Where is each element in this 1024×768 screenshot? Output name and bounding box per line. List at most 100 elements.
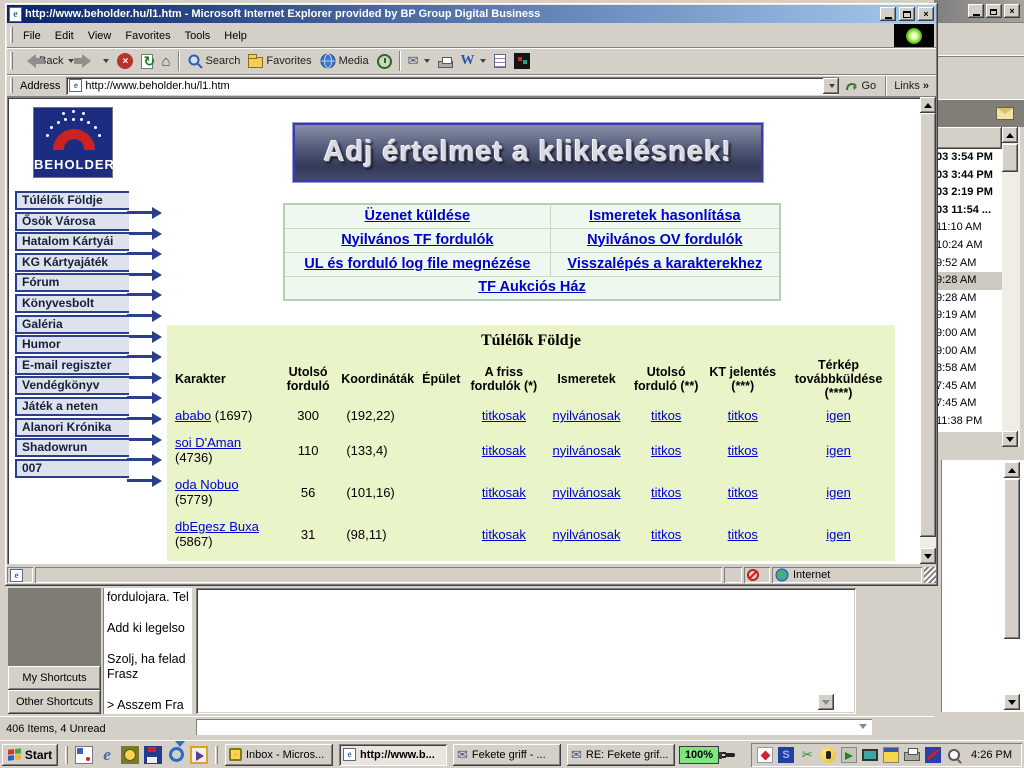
sidebar-item[interactable]: Fórum [15, 273, 129, 292]
go-button[interactable]: Go [839, 74, 883, 98]
scroll-thumb[interactable] [1004, 479, 1020, 639]
message-list-item[interactable]: 9:00 AM [934, 325, 1002, 343]
quick-link[interactable]: Visszalépés a karakterekhez [567, 256, 762, 272]
message-list-item[interactable]: 03 11:54 ... [934, 202, 1002, 220]
message-list-item[interactable]: 9:19 AM [934, 307, 1002, 325]
sidebar-item[interactable]: Ősök Városa [15, 212, 129, 231]
mail-dropdown-icon[interactable] [424, 59, 430, 63]
media-button[interactable]: Media [316, 49, 373, 73]
scroll-down-arrow[interactable] [920, 548, 936, 564]
task-button[interactable]: ehttp://www.b... [339, 744, 447, 766]
character-link[interactable]: oda Nobuo [175, 477, 239, 492]
knowledge-link[interactable]: nyilvánosak [553, 443, 621, 458]
taskbar-grip[interactable] [65, 746, 68, 764]
message-list-item[interactable]: 9:28 AM [934, 272, 1002, 290]
message-list-item[interactable]: 7:45 AM [934, 378, 1002, 396]
menu-item-tools[interactable]: Tools [178, 28, 218, 44]
map-forward-link[interactable]: igen [826, 443, 851, 458]
scroll-up-arrow[interactable] [1002, 127, 1018, 143]
start-button[interactable]: Start [2, 744, 58, 766]
links-button[interactable]: Links» [890, 74, 936, 98]
forward-dropdown-icon[interactable] [103, 59, 109, 63]
print-button[interactable] [434, 49, 457, 73]
tray-icon-remove-hardware[interactable] [841, 747, 857, 763]
ie-maximize-button[interactable] [899, 7, 915, 21]
outlook-column-header[interactable] [934, 127, 1002, 149]
last-turn-link[interactable]: titkos [651, 443, 681, 458]
sidebar-item[interactable]: 007 [15, 459, 129, 478]
message-list-item[interactable]: 03 3:54 PM [934, 149, 1002, 167]
last-turn-link[interactable]: titkos [651, 485, 681, 500]
back-button[interactable]: Back [16, 49, 78, 73]
taskbar-grip[interactable] [215, 746, 218, 764]
scroll-thumb[interactable] [1002, 144, 1018, 172]
scroll-up-arrow[interactable] [920, 97, 936, 113]
outlook-splitter[interactable] [934, 447, 1024, 460]
outlook-list-scrollbar[interactable] [1002, 127, 1020, 447]
sidebar-item[interactable]: E-mail regiszter [15, 356, 129, 375]
message-list-item[interactable]: 9:00 AM [934, 343, 1002, 361]
sidebar-item[interactable]: Játék a neten [15, 397, 129, 416]
page-scrollbar[interactable] [920, 97, 936, 564]
internet-explorer-icon[interactable]: e [103, 746, 111, 764]
history-button[interactable] [373, 49, 396, 73]
outlook-close-button[interactable]: × [1004, 4, 1020, 18]
knowledge-link[interactable]: nyilvánosak [553, 408, 621, 423]
quick-link[interactable]: TF Aukciós Ház [478, 279, 585, 295]
ie-close-button[interactable]: × [918, 7, 934, 21]
tray-icon-scissors[interactable]: ✂ [799, 747, 815, 763]
scroll-down-arrow[interactable] [818, 694, 834, 710]
fresh-turns-link[interactable]: titkosak [482, 408, 526, 423]
quick-link[interactable]: Nyilvános OV fordulók [587, 232, 743, 248]
beholder-logo[interactable]: BEHOLDER [33, 107, 113, 178]
scroll-down-arrow[interactable] [1002, 431, 1018, 447]
kt-report-link[interactable]: titkos [728, 408, 758, 423]
message-list-item[interactable]: 9:28 AM [934, 290, 1002, 308]
kt-report-link[interactable]: titkos [728, 485, 758, 500]
task-button[interactable]: ✉Fekete griff - ... [453, 744, 561, 766]
menu-item-view[interactable]: View [81, 28, 119, 44]
tray-icon-9[interactable] [925, 747, 941, 763]
ie-minimize-button[interactable] [880, 7, 896, 21]
message-list-item[interactable]: 10:24 AM [934, 237, 1002, 255]
media-player-icon[interactable] [190, 746, 208, 764]
quick-link[interactable]: Üzenet küldése [365, 208, 471, 224]
show-desktop-icon[interactable] [75, 746, 93, 764]
tray-icon-7[interactable] [883, 747, 899, 763]
character-link[interactable]: soi D'Aman [175, 435, 241, 450]
discuss-button[interactable] [490, 49, 510, 73]
kt-report-link[interactable]: titkos [728, 527, 758, 542]
kt-report-link[interactable]: titkos [728, 443, 758, 458]
menu-item-file[interactable]: File [16, 28, 48, 44]
message-list-item[interactable]: 11:38 PM [934, 413, 1002, 431]
knowledge-link[interactable]: nyilvánosak [553, 527, 621, 542]
quick-link[interactable]: Ismeretek hasonlítása [589, 208, 741, 224]
outlook-restore-button[interactable] [986, 4, 1002, 18]
fresh-turns-link[interactable]: titkosak [482, 485, 526, 500]
taskbar-clock[interactable]: 4:26 PM [967, 749, 1016, 761]
sidebar-item[interactable]: Hatalom Kártyái [15, 232, 129, 251]
sidebar-item[interactable]: Humor [15, 335, 129, 354]
tray-icon-magnifier[interactable] [946, 747, 962, 763]
message-list-item[interactable]: 03 3:44 PM [934, 167, 1002, 185]
outlook-launch-icon[interactable] [121, 746, 139, 764]
stop-button[interactable]: × [113, 49, 137, 73]
map-forward-link[interactable]: igen [826, 527, 851, 542]
sidebar-item[interactable]: Könyvesbolt [15, 294, 129, 313]
character-link[interactable]: ababo [175, 408, 211, 423]
sidebar-item[interactable]: Shadowrun [15, 438, 129, 457]
edit-dropdown-icon[interactable] [480, 59, 486, 63]
last-turn-link[interactable]: titkos [651, 408, 681, 423]
favorites-button[interactable]: Favorites [244, 49, 315, 73]
banner-ad[interactable]: Adj értelmet a klikkelésnek! [293, 123, 763, 182]
message-list-item[interactable]: 11:10 AM [934, 219, 1002, 237]
character-link[interactable]: dbEgesz Buxa [175, 519, 259, 534]
map-forward-link[interactable]: igen [826, 408, 851, 423]
battery-meter[interactable]: 100% [679, 746, 719, 764]
menu-item-favorites[interactable]: Favorites [118, 28, 177, 44]
mail-button[interactable]: ✉ [404, 49, 434, 73]
quick-link[interactable]: UL és forduló log file megnézése [304, 256, 530, 272]
scroll-thumb[interactable] [920, 113, 936, 537]
message-list-item[interactable]: 7:45 AM [934, 395, 1002, 413]
sidebar-item[interactable]: KG Kártyajáték [15, 253, 129, 272]
